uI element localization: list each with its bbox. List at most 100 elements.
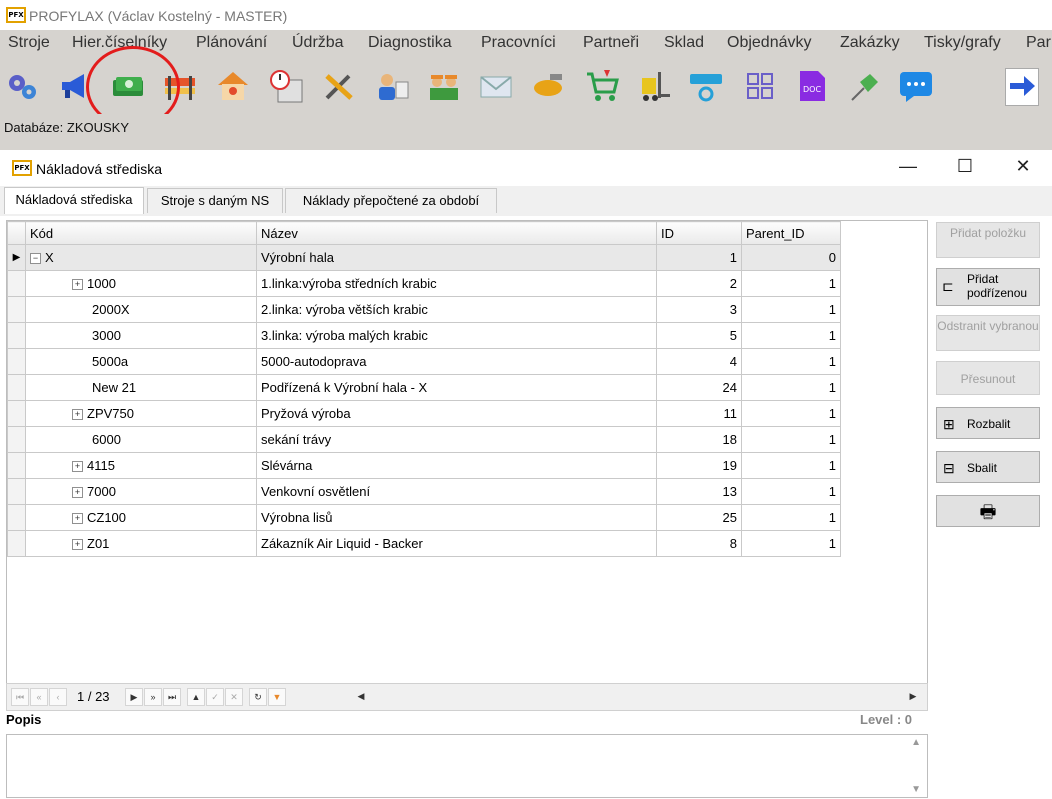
menu-partneri[interactable]: Partneři [583,34,639,52]
forklift-icon[interactable] [636,68,672,104]
cell-id[interactable]: 2 [656,270,742,297]
cell-nazev[interactable]: 5000-autodoprava [256,348,657,375]
cell-nazev[interactable]: Výrobna lisů [256,504,657,531]
expand-toggle-icon[interactable]: + [72,487,83,499]
gears-icon[interactable] [4,68,40,104]
collapse-toggle-icon[interactable]: − [30,253,41,265]
cell-id[interactable]: 25 [656,504,742,531]
person-card-icon[interactable] [374,68,410,104]
table-row[interactable]: +1000 1.linka:výroba středních krabic 2 … [7,270,841,297]
move-button[interactable]: Přesunout [936,361,1040,395]
last-page-icon[interactable]: ⏭ [163,688,181,706]
expand-toggle-icon[interactable]: + [72,409,83,421]
cell-kod[interactable]: 6000 [25,426,257,453]
table-row[interactable]: 3000 3.linka: výroba malých krabic 5 1 [7,322,841,349]
table-row[interactable]: +7000 Venkovní osvětlení 13 1 [7,478,841,505]
next-page-icon[interactable]: » [144,688,162,706]
insert-icon[interactable]: ▲ [187,688,205,706]
cell-id[interactable]: 13 [656,478,742,505]
table-row[interactable]: New 21 Podřízená k Výrobní hala - X 24 1 [7,374,841,401]
grid-icon[interactable] [742,68,778,104]
scroll-down-icon[interactable]: ▼ [911,784,921,795]
table-row[interactable]: 6000 sekání trávy 18 1 [7,426,841,453]
menu-pracovnici[interactable]: Pracovníci [481,34,556,52]
table-row[interactable]: +4115 Slévárna 19 1 [7,452,841,479]
table-row[interactable]: 2000X 2.linka: výroba větších krabic 3 1 [7,296,841,323]
prev-record-icon[interactable]: ‹ [49,688,67,706]
cell-id[interactable]: 19 [656,452,742,479]
menu-objednavky[interactable]: Objednávky [727,34,812,52]
cell-parent-id[interactable]: 1 [741,270,841,297]
cell-nazev[interactable]: Pryžová výroba [256,400,657,427]
data-grid[interactable]: Kód Název ID Parent_ID ▶ − X Výrobní hala… [6,220,928,684]
cell-parent-id[interactable]: 1 [741,426,841,453]
calendar-clock-icon[interactable] [268,68,304,104]
cell-parent-id[interactable]: 1 [741,296,841,323]
table-row[interactable]: + Z01 Zákazník Air Liquid - Backer 8 1 [7,530,841,557]
cell-kod[interactable]: +1000 [25,270,257,297]
envelope-icon[interactable] [478,68,514,104]
tab-stroje-s-danym-ns[interactable]: Stroje s daným NS [147,188,283,213]
cell-id[interactable]: 1 [656,244,742,271]
cell-id[interactable]: 18 [656,426,742,453]
cell-kod[interactable]: +7000 [25,478,257,505]
cell-parent-id[interactable]: 1 [741,452,841,479]
filter-icon[interactable]: ▼ [268,688,286,706]
cell-id[interactable]: 11 [656,400,742,427]
scroll-up-icon[interactable]: ▲ [911,737,921,748]
cell-id[interactable]: 4 [656,348,742,375]
expand-button[interactable]: ⊞ Rozbalit [936,407,1040,439]
cell-kod[interactable]: 5000a [25,348,257,375]
cell-kod[interactable]: 2000X [25,296,257,323]
device-refresh-icon[interactable] [688,68,724,104]
menu-udrzba[interactable]: Údržba [292,34,344,52]
expand-toggle-icon[interactable]: + [72,461,83,473]
cell-kod[interactable]: − X [25,244,257,271]
add-child-button[interactable]: ⊏ Přidat podřízenou [936,268,1040,306]
tools-icon[interactable] [321,68,357,104]
table-row[interactable]: 5000a 5000-autodoprava 4 1 [7,348,841,375]
scroll-right-icon[interactable]: ▶ [905,688,921,704]
next-record-icon[interactable]: ▶ [125,688,143,706]
cell-parent-id[interactable]: 1 [741,400,841,427]
minimize-icon[interactable]: — [888,156,928,180]
cell-nazev[interactable]: 2.linka: výroba větších krabic [256,296,657,323]
cell-parent-id[interactable]: 1 [741,504,841,531]
cell-nazev[interactable]: 1.linka:výroba středních krabic [256,270,657,297]
print-button[interactable]: 🖶 [936,495,1040,527]
cell-nazev[interactable]: Zákazník Air Liquid - Backer [256,530,657,557]
menu-planovani[interactable]: Plánování [196,34,267,52]
cell-id[interactable]: 8 [656,530,742,557]
cell-kod[interactable]: + ZPV750 [25,400,257,427]
tab-nakladova-strediska[interactable]: Nákladová střediska [4,187,144,214]
chat-icon[interactable] [898,68,934,104]
post-icon[interactable]: ✓ [206,688,224,706]
cell-parent-id[interactable]: 0 [741,244,841,271]
expand-toggle-icon[interactable]: + [72,539,83,551]
cell-nazev[interactable]: Výrobní hala [256,244,657,271]
table-row[interactable]: + CZ100 Výrobna lisů 25 1 [7,504,841,531]
cell-kod[interactable]: +4115 [25,452,257,479]
cart-icon[interactable] [584,68,620,104]
column-header-id[interactable]: ID [656,221,742,245]
cell-kod[interactable]: + Z01 [25,530,257,557]
column-header-parent-id[interactable]: Parent_ID [741,221,841,245]
cell-id[interactable]: 24 [656,374,742,401]
menu-zakazky[interactable]: Zakázky [840,34,900,52]
menu-tisky-grafy[interactable]: Tisky/grafy [924,34,1001,52]
handshake-icon[interactable] [530,68,566,104]
cell-parent-id[interactable]: 1 [741,478,841,505]
refresh-icon[interactable]: ↻ [249,688,267,706]
column-header-kod[interactable]: Kód [25,221,257,245]
column-header-nazev[interactable]: Název [256,221,657,245]
scroll-left-icon[interactable]: ◀ [353,688,369,704]
house-icon[interactable] [215,68,251,104]
cell-nazev[interactable]: Slévárna [256,452,657,479]
menu-diagnostika[interactable]: Diagnostika [368,34,452,52]
prev-page-icon[interactable]: « [30,688,48,706]
pin-icon[interactable] [846,68,882,104]
workers-icon[interactable] [426,68,462,104]
close-icon[interactable]: ✕ [1003,156,1043,180]
cell-id[interactable]: 3 [656,296,742,323]
menu-par[interactable]: Par [1026,34,1051,52]
